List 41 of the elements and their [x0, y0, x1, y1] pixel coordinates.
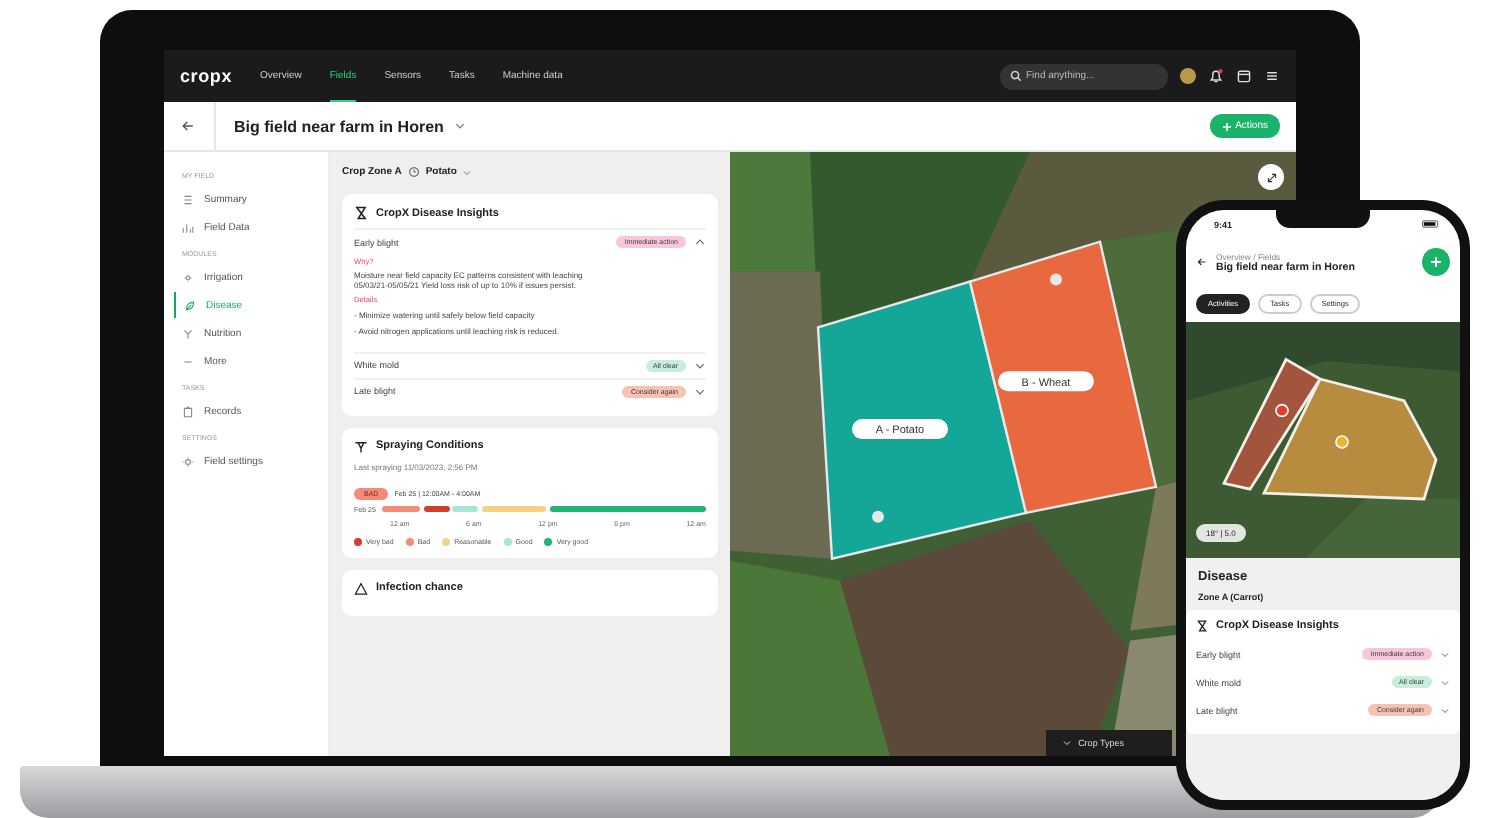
- add-button[interactable]: [1422, 248, 1450, 276]
- list-icon: [182, 193, 194, 205]
- back-arrow-icon[interactable]: [1196, 256, 1208, 268]
- expand-chevron-icon[interactable]: [694, 359, 706, 372]
- warning-icon: [354, 581, 368, 596]
- field-zone[interactable]: [968, 240, 1158, 515]
- hourglass-icon: [1196, 620, 1208, 632]
- sprayer-icon: [354, 439, 368, 454]
- pin-icon: [872, 510, 884, 523]
- chart-icon: [182, 221, 194, 233]
- avatar[interactable]: [1180, 68, 1196, 84]
- pin-icon: [1050, 273, 1062, 286]
- field-zone[interactable]: [1261, 377, 1438, 501]
- logo[interactable]: cropx: [180, 66, 233, 86]
- battery-icon: [1422, 220, 1440, 228]
- phone-notch: [1276, 210, 1370, 228]
- back-arrow-icon[interactable]: [180, 118, 196, 134]
- collapse-chevron-icon[interactable]: [694, 236, 706, 248]
- field-zone[interactable]: [816, 280, 1028, 561]
- menu-icon[interactable]: [1264, 68, 1280, 84]
- sun-icon: [182, 271, 194, 283]
- clock-icon: [407, 166, 420, 178]
- page-title: Big field near farm in Horen: [234, 117, 444, 135]
- expand-icon: [1265, 171, 1277, 183]
- field-zone[interactable]: [1221, 357, 1322, 491]
- plus-icon: [1221, 121, 1232, 131]
- clipboard-icon: [182, 405, 194, 417]
- hourglass-icon: [354, 206, 368, 220]
- plus-icon: [1430, 256, 1442, 268]
- expand-chevron-icon[interactable]: [694, 385, 706, 398]
- bell-icon[interactable]: [1208, 68, 1224, 84]
- leaf-icon: [184, 299, 196, 311]
- branch-icon: [182, 327, 194, 339]
- caret-icon: [1062, 738, 1073, 748]
- calendar-icon[interactable]: [1236, 68, 1252, 84]
- pin-icon: [1335, 435, 1349, 449]
- caret-icon[interactable]: [453, 120, 466, 132]
- gear-icon: [182, 455, 194, 467]
- dash-icon: [182, 355, 194, 367]
- pin-icon: [1275, 403, 1289, 418]
- search-icon: [1010, 70, 1022, 82]
